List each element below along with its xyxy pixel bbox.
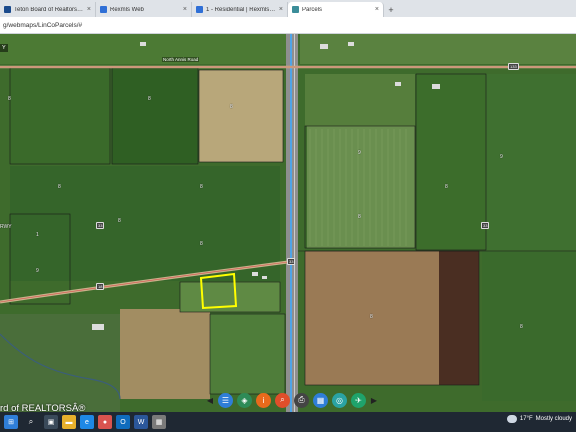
parcel-label: 8 bbox=[445, 184, 448, 190]
parcel-map[interactable]: Y North Annis Road 133 33 33 33 18 RWY 8… bbox=[0, 34, 576, 412]
chrome-icon[interactable]: ● bbox=[98, 415, 112, 429]
parcel-label: 9 bbox=[36, 268, 39, 274]
cloud-icon bbox=[506, 415, 517, 423]
tab-title: 1 - Residential | Rexmls Web bbox=[206, 6, 276, 13]
system-tray[interactable]: 17°F Mostly cloudy bbox=[506, 415, 572, 423]
close-icon[interactable]: × bbox=[279, 6, 283, 13]
url-text[interactable]: g/webmaps/LinCoParcels/# bbox=[3, 22, 82, 29]
new-tab-button[interactable]: + bbox=[384, 2, 398, 17]
search-icon[interactable]: ⌕ bbox=[22, 415, 40, 429]
highway-shield: 18 bbox=[96, 283, 105, 290]
search-icon[interactable]: ⌕ bbox=[275, 392, 290, 408]
close-icon[interactable]: × bbox=[375, 6, 379, 13]
toolbar-next-arrow-icon[interactable]: ▶ bbox=[370, 396, 378, 405]
tab-rexmls-web[interactable]: Rexmls Web × bbox=[96, 2, 192, 17]
parcel-label: 8 bbox=[200, 184, 203, 190]
list-icon[interactable]: ☰ bbox=[218, 392, 233, 408]
weather-temp: 17°F bbox=[519, 416, 533, 422]
close-icon[interactable]: × bbox=[183, 6, 187, 13]
weather-text: Mostly cloudy bbox=[535, 416, 572, 422]
panel-collapse-stub[interactable]: Y bbox=[0, 44, 8, 52]
parcel-label: 8 bbox=[58, 184, 61, 190]
tab-parcels[interactable]: Parcels × bbox=[288, 2, 384, 17]
rexmls-favicon-icon bbox=[100, 6, 107, 13]
parcel-label: 9 bbox=[500, 154, 503, 160]
rexmls-favicon-icon bbox=[196, 6, 203, 13]
toolbar-prev-arrow-icon[interactable]: ◀ bbox=[206, 396, 214, 405]
tab-residential[interactable]: 1 - Residential | Rexmls Web × bbox=[192, 2, 288, 17]
parcel-label: 8 bbox=[118, 218, 121, 224]
file-explorer-icon[interactable]: ▬ bbox=[62, 415, 76, 429]
teton-favicon-icon bbox=[4, 6, 11, 13]
map-tools-toolbar: ◀ ☰ ◈ i ⌕ ⎙ ▦ ◎ ✈ ▶ bbox=[206, 389, 380, 411]
app-icon[interactable]: ▦ bbox=[152, 415, 166, 429]
parcel-label: 8 bbox=[230, 104, 233, 110]
road-label-left: RWY bbox=[0, 224, 12, 230]
tab-teton-board[interactable]: Teton Board of Realtors Dashbo × bbox=[0, 2, 96, 17]
parcels-favicon-icon bbox=[292, 6, 299, 13]
word-icon[interactable]: W bbox=[134, 415, 148, 429]
basemap-icon[interactable]: ▦ bbox=[313, 392, 328, 408]
tab-title: Teton Board of Realtors Dashbo bbox=[14, 6, 84, 13]
task-view-icon[interactable]: ▣ bbox=[44, 415, 58, 429]
highway-shield: 33 bbox=[287, 258, 296, 265]
layers-icon[interactable]: ◈ bbox=[237, 392, 252, 408]
address-bar[interactable]: g/webmaps/LinCoParcels/# bbox=[0, 17, 576, 34]
parcel-label: 8 bbox=[8, 96, 11, 102]
close-icon[interactable]: × bbox=[87, 6, 91, 13]
parcel-label: 9 bbox=[358, 150, 361, 156]
parcel-label: 8 bbox=[200, 241, 203, 247]
parcel-label: 8 bbox=[520, 324, 523, 330]
satellite-imagery bbox=[0, 34, 576, 412]
highway-shield: 133 bbox=[508, 63, 519, 70]
browser-tab-bar: Teton Board of Realtors Dashbo × Rexmls … bbox=[0, 0, 576, 17]
realtors-watermark: rd of REALTORSÂ® bbox=[0, 403, 86, 412]
parcel-label: 1 bbox=[36, 232, 39, 238]
share-icon[interactable]: ✈ bbox=[351, 392, 366, 408]
start-icon[interactable]: ⊞ bbox=[4, 415, 18, 429]
parcel-label: 8 bbox=[358, 214, 361, 220]
highway-shield: 33 bbox=[481, 222, 490, 229]
outlook-icon[interactable]: O bbox=[116, 415, 130, 429]
parcel-label: 8 bbox=[148, 96, 151, 102]
highway-shield: 33 bbox=[96, 222, 105, 229]
parcel-label: 8 bbox=[370, 314, 373, 320]
edge-icon[interactable]: e bbox=[80, 415, 94, 429]
tab-title: Rexmls Web bbox=[110, 6, 144, 13]
print-icon[interactable]: ⎙ bbox=[294, 392, 309, 408]
road-label-north: North Annis Road bbox=[162, 57, 200, 62]
windows-taskbar: ⊞ ⌕ ▣ ▬ e ● O W ▦ 17°F Mostly cloudy bbox=[0, 412, 576, 432]
tab-title: Parcels bbox=[302, 6, 323, 13]
measure-icon[interactable]: ◎ bbox=[332, 392, 347, 408]
info-icon[interactable]: i bbox=[256, 392, 271, 408]
